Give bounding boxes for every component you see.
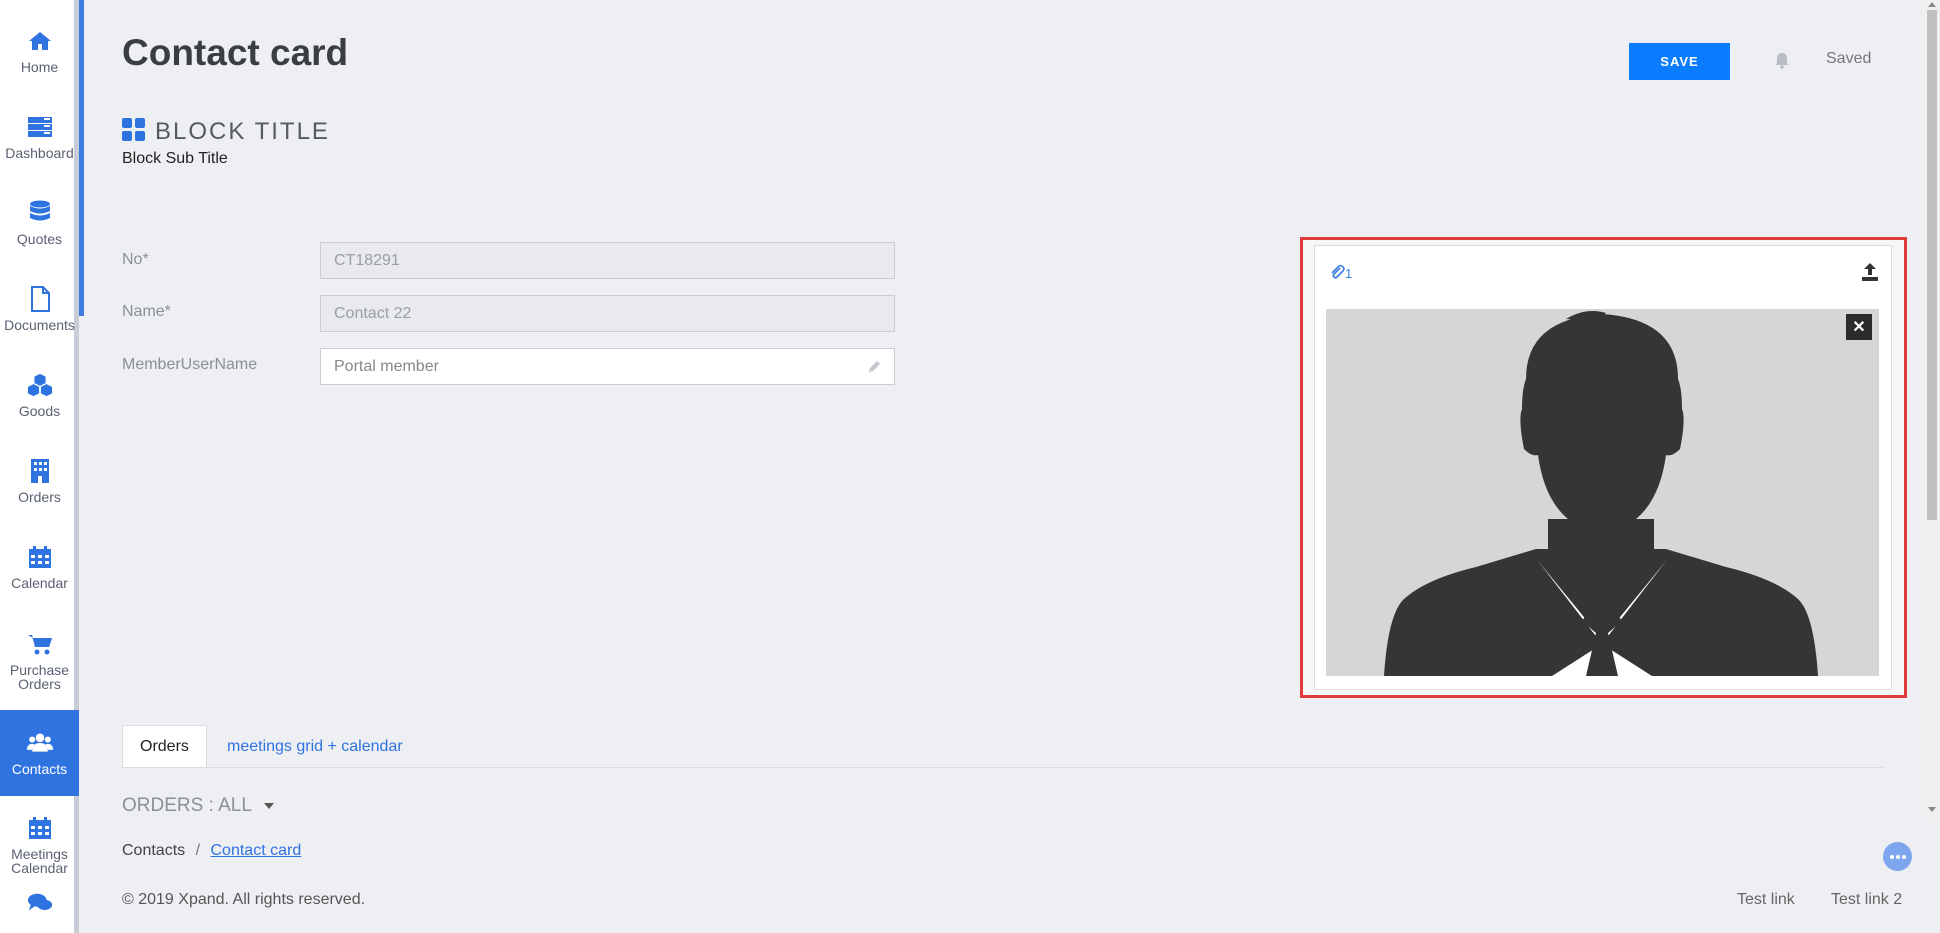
sidebar: Home Dashboard Quotes Documents Goods Or… bbox=[0, 0, 79, 933]
sidebar-item-label: Calendar bbox=[11, 575, 68, 591]
block-title: BLOCK TITLE bbox=[155, 118, 330, 145]
sidebar-item-label: Goods bbox=[18, 403, 61, 419]
calendar-icon bbox=[27, 815, 53, 841]
saved-status: Saved bbox=[1826, 50, 1872, 67]
no-field: CT18291 bbox=[320, 242, 895, 279]
tab-divider bbox=[122, 767, 1884, 768]
sidebar-item-orders[interactable]: Orders bbox=[0, 438, 79, 524]
sidebar-item-label: Purchase Orders bbox=[9, 662, 70, 692]
calendar-icon bbox=[27, 544, 53, 570]
orders-filter-label: ORDERS : ALL bbox=[122, 795, 252, 816]
sidebar-item-meetings-calendar[interactable]: Meetings Calendar bbox=[0, 802, 79, 888]
field-label-name: Name* bbox=[122, 303, 171, 320]
cubes-icon bbox=[27, 372, 53, 398]
tab-orders[interactable]: Orders bbox=[122, 725, 207, 768]
no-field-value: CT18291 bbox=[334, 251, 400, 269]
sidebar-item-label: Dashboard bbox=[5, 145, 74, 161]
attachment-count-value: 1 bbox=[1345, 266, 1353, 281]
users-icon bbox=[26, 730, 53, 756]
bell-icon[interactable] bbox=[1773, 51, 1791, 69]
sidebar-item-label: Home bbox=[20, 59, 59, 75]
sidebar-item-label: Contacts bbox=[11, 761, 68, 777]
sidebar-item-documents[interactable]: Documents bbox=[0, 266, 79, 352]
field-label-no: No* bbox=[122, 251, 149, 268]
sidebar-scroll-indicator bbox=[79, 0, 84, 316]
member-username-value: Portal member bbox=[334, 357, 439, 375]
scroll-down-icon[interactable] bbox=[1928, 807, 1936, 812]
database-icon bbox=[27, 200, 53, 226]
building-icon bbox=[27, 458, 53, 484]
member-username-field[interactable]: Portal member bbox=[320, 348, 895, 385]
attachment-count[interactable]: 1 bbox=[1329, 264, 1352, 283]
footer-link-2[interactable]: Test link 2 bbox=[1831, 891, 1902, 909]
sidebar-item-calendar[interactable]: Calendar bbox=[0, 524, 79, 610]
breadcrumb-separator: / bbox=[195, 842, 201, 859]
footer-link-1[interactable]: Test link bbox=[1737, 891, 1795, 909]
sidebar-item-dashboard[interactable]: Dashboard bbox=[0, 94, 79, 180]
tab-meetings-label: meetings grid + calendar bbox=[227, 737, 403, 755]
pencil-icon[interactable] bbox=[867, 359, 882, 374]
sidebar-item-label: Quotes bbox=[16, 231, 63, 247]
tab-orders-label: Orders bbox=[140, 738, 189, 755]
breadcrumb-parent[interactable]: Contacts bbox=[122, 842, 185, 859]
caret-down-icon bbox=[263, 803, 274, 809]
page-title: Contact card bbox=[122, 32, 349, 73]
page-scrollbar[interactable] bbox=[1924, 0, 1940, 820]
sidebar-item-label: Meetings Calendar bbox=[11, 846, 68, 876]
orders-filter-dropdown[interactable]: ORDERS : ALL bbox=[122, 795, 274, 817]
breadcrumb-current[interactable]: Contact card bbox=[211, 842, 302, 859]
sidebar-item-contacts[interactable]: Contacts bbox=[0, 710, 79, 796]
sidebar-item-purchase-orders[interactable]: Purchase Orders bbox=[0, 618, 79, 704]
cart-icon bbox=[27, 631, 53, 657]
sidebar-item-chat[interactable] bbox=[0, 890, 79, 930]
home-icon bbox=[27, 28, 53, 54]
sidebar-item-quotes[interactable]: Quotes bbox=[0, 180, 79, 266]
sidebar-item-label: Documents bbox=[4, 317, 75, 333]
grid-icon bbox=[122, 118, 145, 146]
dashboard-icon bbox=[27, 114, 53, 140]
scroll-up-icon[interactable] bbox=[1928, 2, 1936, 7]
document-icon bbox=[27, 286, 53, 312]
field-label-member: MemberUserName bbox=[122, 356, 258, 373]
paperclip-icon bbox=[1329, 264, 1345, 283]
remove-photo-button[interactable]: ✕ bbox=[1846, 314, 1872, 340]
image-card: 1 ✕ bbox=[1314, 245, 1892, 690]
person-silhouette-icon bbox=[1384, 311, 1818, 676]
block-heading: BLOCK TITLE bbox=[122, 118, 330, 146]
contact-photo: ✕ bbox=[1326, 309, 1879, 676]
ellipsis-dot bbox=[1901, 854, 1906, 859]
ellipsis-dot bbox=[1895, 854, 1900, 859]
chat-button[interactable] bbox=[1883, 842, 1912, 871]
ellipsis-dot bbox=[1889, 854, 1894, 859]
save-button[interactable]: SAVE bbox=[1629, 43, 1730, 80]
scroll-thumb[interactable] bbox=[1927, 10, 1937, 520]
tab-meetings[interactable]: meetings grid + calendar bbox=[210, 725, 420, 768]
footer-copyright: © 2019 Xpand. All rights reserved. bbox=[122, 891, 366, 908]
chat-icon bbox=[27, 890, 53, 916]
upload-icon[interactable] bbox=[1859, 261, 1881, 283]
name-field: Contact 22 bbox=[320, 295, 895, 332]
breadcrumb: Contacts / Contact card bbox=[122, 842, 301, 860]
sidebar-item-label: Orders bbox=[18, 489, 61, 505]
name-field-value: Contact 22 bbox=[334, 304, 412, 322]
sidebar-item-home[interactable]: Home bbox=[0, 8, 79, 94]
sidebar-item-goods[interactable]: Goods bbox=[0, 352, 79, 438]
block-subtitle: Block Sub Title bbox=[122, 150, 228, 167]
image-card-highlight: 1 ✕ bbox=[1300, 237, 1907, 698]
